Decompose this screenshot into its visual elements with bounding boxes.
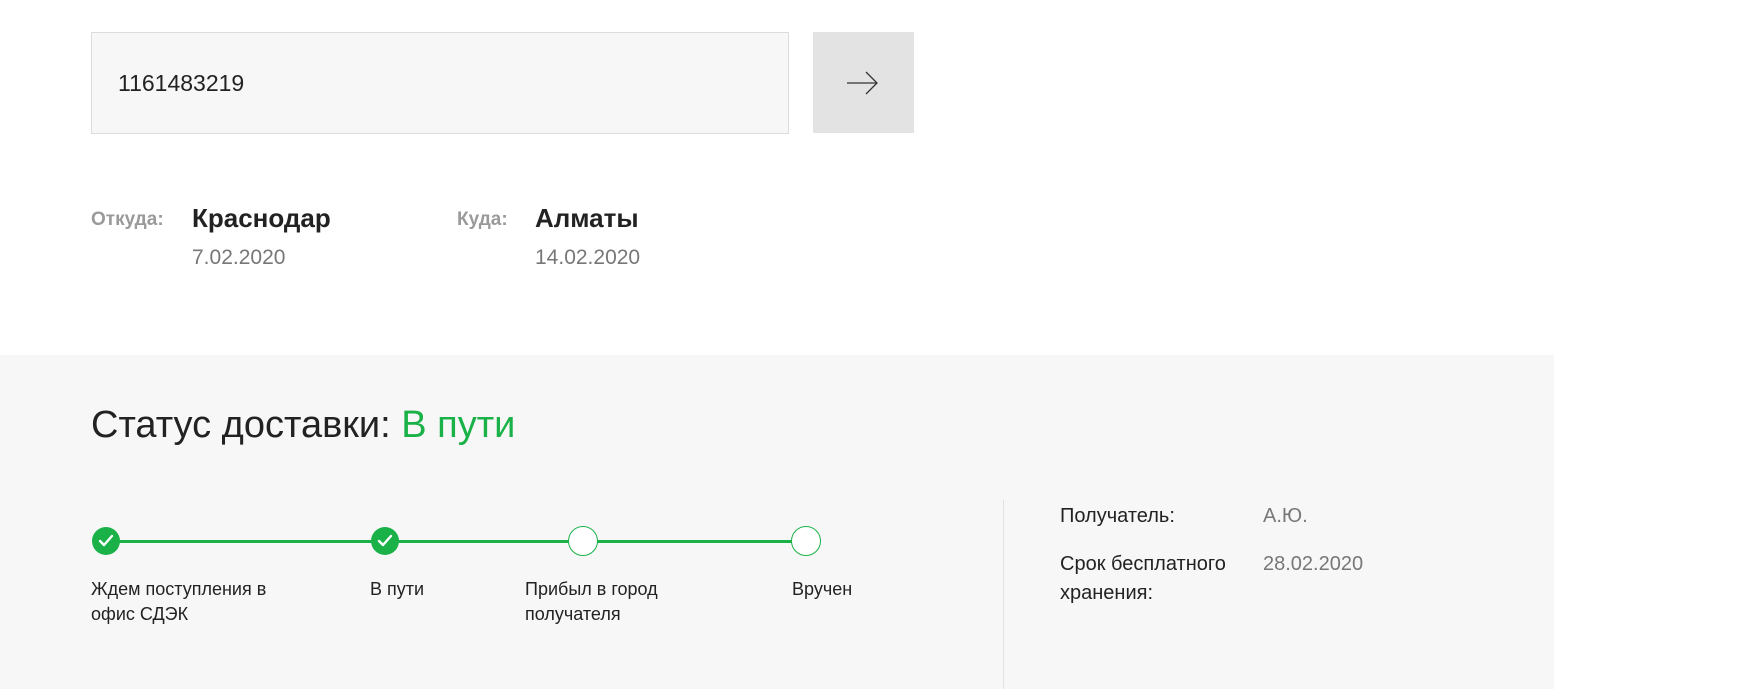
progress-line — [106, 540, 806, 543]
vertical-divider — [1003, 500, 1004, 689]
from-date: 7.02.2020 — [192, 246, 286, 269]
step-1-label: Ждем поступления в офис СДЭК — [91, 579, 267, 624]
step-3-label: Прибыл в город получателя — [525, 579, 658, 624]
arrow-right-icon — [847, 71, 878, 95]
to-date: 14.02.2020 — [535, 246, 641, 269]
step-4-label: Вручен — [792, 579, 853, 599]
recipient-label: Получатель: — [1060, 505, 1175, 527]
step-1-done-icon — [92, 527, 120, 555]
track-submit-button[interactable] — [813, 32, 914, 133]
free-storage-value: 28.02.2020 — [1263, 553, 1364, 575]
check-icon — [98, 534, 114, 547]
step-3-pending-icon — [568, 526, 598, 556]
to-city: Алматы — [535, 203, 639, 233]
status-value: В пути — [401, 404, 516, 446]
status-title-prefix: Статус доставки: — [91, 404, 391, 446]
step-2-label: В пути — [370, 579, 425, 599]
check-icon — [377, 534, 393, 547]
step-4-pending-icon — [791, 526, 821, 556]
free-storage-label: Срок бесплатного хранения: — [1060, 553, 1226, 604]
tracking-number-input[interactable] — [91, 32, 789, 134]
recipient-value: А.Ю. — [1263, 505, 1308, 527]
from-city: Краснодар — [192, 203, 331, 233]
step-2-done-icon — [371, 527, 399, 555]
delivery-status-title: Статус доставки: В пути — [91, 404, 515, 447]
page: Откуда: Краснодар 7.02.2020 Куда: Алматы… — [0, 0, 1742, 689]
to-label: Куда: — [457, 209, 508, 230]
from-label: Откуда: — [91, 209, 164, 230]
